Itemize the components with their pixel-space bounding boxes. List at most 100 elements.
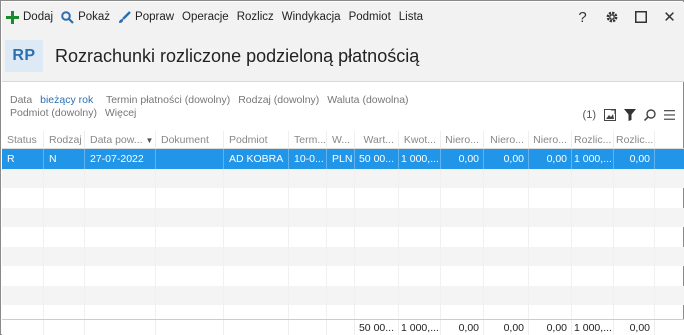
table-cell: [327, 285, 355, 305]
sort-desc-icon: ▼: [145, 136, 154, 145]
operations-menu[interactable]: Operacje: [178, 2, 233, 32]
cell-entity: AD KOBRA: [224, 149, 289, 169]
col-unsettled-1[interactable]: Niero...: [441, 131, 484, 148]
table-row[interactable]: [2, 266, 684, 286]
filter-date[interactable]: Data bieżący rok: [10, 94, 98, 106]
export-image-icon[interactable]: [604, 109, 616, 121]
collection-label: Windykacja: [281, 11, 341, 23]
help-icon[interactable]: ?: [568, 2, 597, 32]
table-row[interactable]: [2, 207, 684, 227]
table-cell: [85, 188, 156, 208]
gear-icon[interactable]: [597, 2, 626, 32]
cell-settled-1: 1 000,...: [572, 149, 614, 169]
table-row[interactable]: [2, 168, 684, 188]
total-cell: [224, 320, 289, 335]
col-value[interactable]: Wart...: [355, 131, 399, 148]
cell-document: [156, 149, 224, 169]
table-cell: [529, 266, 572, 286]
collection-menu[interactable]: Windykacja: [278, 2, 345, 32]
table-cell: [44, 266, 85, 286]
filter-icon[interactable]: [624, 109, 636, 121]
show-button-label: Pokaż: [78, 11, 111, 23]
col-unsettled-2[interactable]: Niero...: [484, 131, 529, 148]
col-settled-2[interactable]: Rozlic...: [614, 131, 655, 148]
table-cell: [2, 207, 44, 227]
table-cell: [224, 168, 289, 188]
cell-unsettled-3: 0,00: [529, 149, 572, 169]
table-row[interactable]: R N 27-07-2022 AD KOBRA 10-0... PLN 50 0…: [2, 149, 684, 169]
table-row[interactable]: [2, 227, 684, 247]
close-glyph: ✕: [663, 9, 676, 26]
col-currency[interactable]: W...: [327, 131, 355, 148]
col-status[interactable]: Status: [2, 131, 44, 148]
table-cell: [572, 207, 614, 227]
table-cell: [224, 227, 289, 247]
menu-icon[interactable]: [664, 110, 675, 120]
table-row[interactable]: [2, 188, 684, 208]
table-cell: [572, 188, 614, 208]
total-settled-1: 1 000,...: [572, 320, 614, 335]
table-row[interactable]: [2, 246, 684, 266]
settle-menu[interactable]: Rozlicz: [233, 2, 278, 32]
add-button[interactable]: Dodaj: [2, 2, 57, 32]
filter-more[interactable]: Więcej: [105, 107, 137, 119]
list-menu[interactable]: Lista: [395, 2, 427, 32]
table-cell: [327, 168, 355, 188]
table-cell: [156, 246, 224, 266]
table-cell: [156, 227, 224, 247]
total-cell: [44, 320, 85, 335]
table-cell: [327, 227, 355, 247]
close-icon[interactable]: ✕: [655, 2, 684, 32]
table-cell: [44, 188, 85, 208]
cell-kind: N: [44, 149, 85, 169]
table-cell: [289, 188, 327, 208]
col-document[interactable]: Dokument: [156, 131, 224, 148]
list-label: Lista: [398, 11, 424, 23]
col-unsettled-3[interactable]: Niero...: [529, 131, 572, 148]
table-cell: [399, 246, 441, 266]
maximize-icon[interactable]: [626, 2, 655, 32]
total-cell: [85, 320, 156, 335]
table-cell: [441, 227, 484, 247]
table-row[interactable]: [2, 285, 684, 305]
col-entity[interactable]: Podmiot: [224, 131, 289, 148]
brush-icon: [119, 10, 131, 23]
entity-label: Podmiot: [348, 11, 391, 23]
table-cell: [2, 188, 44, 208]
table-cell: [572, 227, 614, 247]
table-cell: [2, 266, 44, 286]
total-unsettled-2: 0,00: [484, 320, 529, 335]
table-cell: [614, 285, 655, 305]
show-button[interactable]: Pokaż: [57, 2, 114, 32]
cell-value: 50 00...: [355, 149, 399, 169]
table-cell: [614, 227, 655, 247]
table-cell: [156, 285, 224, 305]
table-cell: [156, 207, 224, 227]
entity-menu[interactable]: Podmiot: [345, 2, 395, 32]
edit-button[interactable]: Popraw: [114, 2, 178, 32]
col-date[interactable]: Data pow... ▼: [85, 131, 156, 148]
total-settled-2: 0,00: [614, 320, 655, 335]
grid-search-icon[interactable]: [644, 109, 656, 121]
filter-kind[interactable]: Rodzaj (dowolny): [238, 94, 319, 106]
table-cell: [484, 266, 529, 286]
total-cell: [156, 320, 224, 335]
col-term[interactable]: Term...: [289, 131, 327, 148]
table-cell: [327, 207, 355, 227]
settle-label: Rozlicz: [236, 11, 274, 23]
col-kind[interactable]: Rodzaj: [44, 131, 85, 148]
table-cell: [355, 207, 399, 227]
cell-unsettled-2: 0,00: [484, 149, 529, 169]
col-settled-1[interactable]: Rozlic...: [572, 131, 614, 148]
table-cell: [484, 188, 529, 208]
table-cell: [441, 266, 484, 286]
filter-currency[interactable]: Waluta (dowolna): [327, 94, 408, 106]
table-cell: [224, 188, 289, 208]
total-cell: [327, 320, 355, 335]
col-amount[interactable]: Kwot...: [399, 131, 441, 148]
cell-settled-2: 0,00: [614, 149, 655, 169]
totals-row: 50 00... 1 000,... 0,00 0,00 0,00 1 000,…: [2, 319, 684, 335]
filter-payment-term[interactable]: Termin płatności (dowolny): [106, 94, 230, 106]
filter-entity[interactable]: Podmiot (dowolny): [10, 107, 97, 119]
table-cell: [224, 266, 289, 286]
